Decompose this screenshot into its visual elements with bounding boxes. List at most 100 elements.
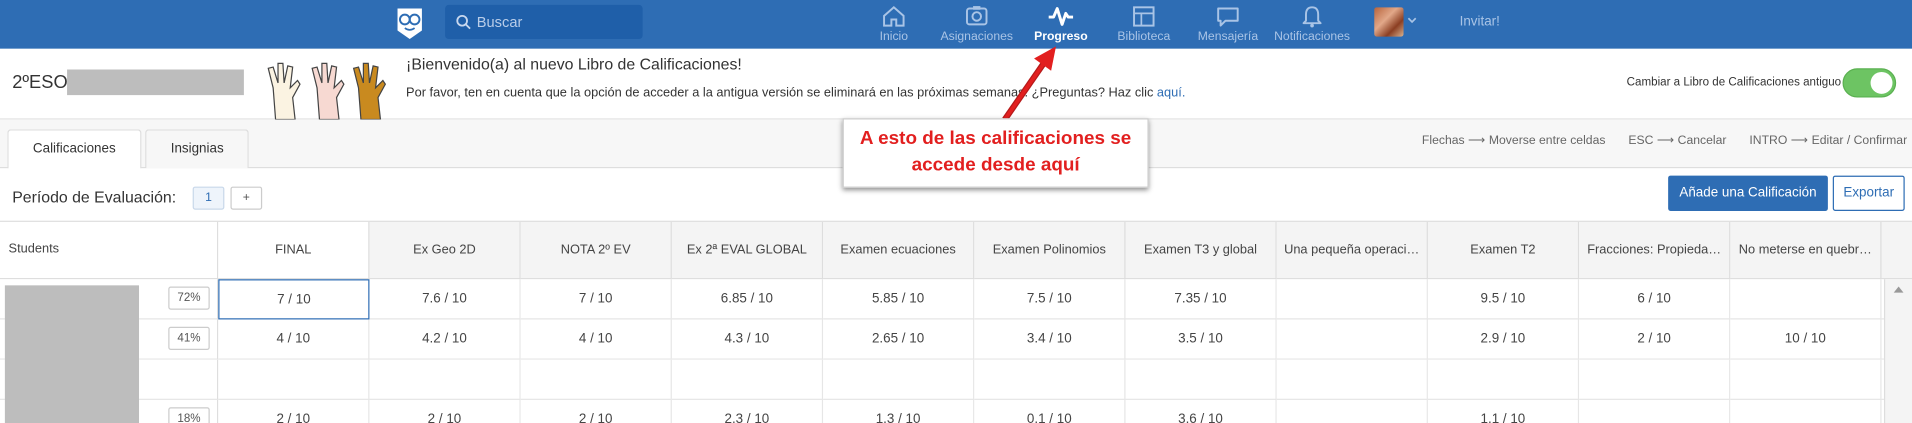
shortcut-esc: ESC ⟶ Cancelar	[1628, 134, 1727, 148]
nav-progress-label: Progreso	[1034, 30, 1088, 44]
search-box[interactable]	[445, 4, 643, 40]
bell-icon	[1302, 6, 1322, 28]
grade-cell[interactable]: 7.6 / 10	[369, 279, 521, 320]
grade-column-header[interactable]: Examen T3 y global	[1125, 221, 1277, 280]
grade-column-header[interactable]: Ex 2ª EVAL GLOBAL	[671, 221, 824, 280]
add-grade-button[interactable]: Añade una Calificación	[1668, 175, 1828, 211]
invite-link[interactable]: Invitar!	[1460, 15, 1500, 30]
banner-title: ¡Bienvenido(a) al nuevo Libro de Calific…	[406, 54, 742, 74]
grade-column-header[interactable]: Examen Polinomios	[974, 221, 1126, 280]
grade-cell[interactable]	[1730, 399, 1882, 423]
nav-home[interactable]: Inicio	[868, 0, 919, 49]
grade-cell[interactable]	[1427, 359, 1580, 400]
annotation-line-2: accede desde aquí	[911, 154, 1080, 176]
grade-cell[interactable]: 2.65 / 10	[823, 319, 975, 360]
help-link[interactable]: aquí.	[1157, 85, 1185, 100]
grade-cell[interactable]	[1579, 399, 1731, 423]
grade-cell[interactable]: 1.1 / 10	[1427, 399, 1580, 423]
grading-period-1-button[interactable]: 1	[192, 186, 225, 210]
grade-cell[interactable]	[1579, 359, 1731, 400]
grade-cell[interactable]	[823, 359, 975, 400]
grade-cell[interactable]	[1276, 279, 1428, 320]
scroll-up-icon[interactable]	[1893, 284, 1905, 294]
grade-column-header[interactable]: Una pequeña operaci…	[1276, 221, 1428, 280]
grade-cell[interactable]: 3.5 / 10	[1125, 319, 1277, 360]
tab-grades[interactable]: Calificaciones	[7, 129, 142, 170]
grade-cell[interactable]: 4 / 10	[218, 319, 370, 360]
grade-cell[interactable]: 2.9 / 10	[1427, 319, 1580, 360]
grade-cell[interactable]	[1125, 359, 1277, 400]
grade-cell[interactable]: 2 / 10	[218, 399, 370, 423]
grade-column-header[interactable]: FINAL	[218, 221, 370, 280]
grade-column-header[interactable]: Examen ecuaciones	[823, 221, 975, 280]
nav-library[interactable]: Biblioteca	[1113, 0, 1174, 49]
grade-cell[interactable]: 7.5 / 10	[974, 279, 1126, 320]
student-average-badge: 18%	[168, 407, 210, 423]
grade-cell[interactable]	[369, 359, 521, 400]
nav-assignments-label: Asignaciones	[940, 30, 1013, 44]
export-button[interactable]: Exportar	[1832, 175, 1905, 211]
students-column-header[interactable]: Students	[0, 221, 219, 280]
speech-bubble-icon	[1217, 7, 1239, 27]
grade-column-header[interactable]: Cua	[1881, 221, 1912, 280]
grade-cell[interactable]: 3.6 / 10	[1125, 399, 1277, 423]
annotation-arrow	[1002, 46, 1057, 122]
grade-column-header[interactable]: Examen T2	[1427, 221, 1580, 280]
grade-cell[interactable]: 2.3 / 10	[671, 399, 824, 423]
chevron-down-icon[interactable]	[1406, 15, 1418, 27]
grade-cell[interactable]: 1.3 / 10	[823, 399, 975, 423]
app-logo-icon[interactable]	[394, 5, 426, 42]
banner-message: Por favor, ten en cuenta que la opción d…	[406, 85, 1185, 100]
grade-cell[interactable]: 7.35 / 10	[1125, 279, 1277, 320]
grade-cell[interactable]	[1276, 359, 1428, 400]
gradebook-grid: Students FINAL Ex Geo 2D NOTA 2º EV Ex 2ª E…	[0, 220, 1912, 423]
nav-assignments[interactable]: Asignaciones	[936, 0, 1016, 49]
grade-cell[interactable]	[1730, 359, 1882, 400]
grade-cell[interactable]: 6.85 / 10	[671, 279, 824, 320]
grade-cell[interactable]: 2 / 10	[1579, 319, 1731, 360]
grade-cell[interactable]: 7 / 10	[218, 279, 370, 320]
welcome-banner: 2ºESO ¡Bienvenido(a) al nuevo Libro de C…	[0, 48, 1912, 120]
grade-cell[interactable]: 7 / 10	[520, 279, 672, 320]
add-grading-period-button[interactable]: +	[230, 186, 263, 210]
shortcut-arrows: Flechas ⟶ Moverse entre celdas	[1421, 134, 1606, 148]
grade-cell[interactable]: 4.3 / 10	[671, 319, 824, 360]
grade-cell[interactable]: 4.2 / 10	[369, 319, 521, 360]
grade-cell[interactable]: 2 / 10	[520, 399, 672, 423]
grade-cell[interactable]	[974, 359, 1126, 400]
grade-cell[interactable]: 5.85 / 10	[823, 279, 975, 320]
grade-column-header[interactable]: NOTA 2º EV	[520, 221, 672, 280]
toggle-knob	[1870, 71, 1893, 94]
old-gradebook-toggle[interactable]	[1842, 68, 1897, 98]
grade-column-header[interactable]: No meterse en quebr…	[1730, 221, 1882, 280]
nav-messages[interactable]: Mensajería	[1195, 0, 1261, 49]
nav-home-label: Inicio	[879, 30, 909, 44]
grade-cell[interactable]: 6 / 10	[1579, 279, 1731, 320]
redacted-course-detail	[67, 69, 244, 96]
annotation-callout: A esto de las calificaciones se accede d…	[842, 118, 1149, 188]
grade-column-header[interactable]: Ex Geo 2D	[369, 221, 521, 280]
grade-cell[interactable]	[1276, 319, 1428, 360]
search-input[interactable]	[476, 4, 638, 40]
grade-column-header[interactable]: Fracciones: Propieda…	[1579, 221, 1731, 280]
grade-cell[interactable]	[218, 359, 370, 400]
grade-cell[interactable]: 10 / 10	[1730, 319, 1882, 360]
home-icon	[883, 6, 905, 27]
tab-badges[interactable]: Insignias	[145, 129, 250, 169]
grade-cell[interactable]: 4 / 10	[520, 319, 672, 360]
grade-cell[interactable]: 2 / 10	[369, 399, 521, 423]
grade-cell[interactable]	[671, 359, 824, 400]
user-avatar[interactable]	[1374, 7, 1404, 37]
grade-cell[interactable]	[1276, 399, 1428, 423]
grade-cell[interactable]: 0.1 / 10	[974, 399, 1126, 423]
grid-vertical-scrollbar[interactable]	[1883, 279, 1912, 423]
grade-cell[interactable]: 3.4 / 10	[974, 319, 1126, 360]
nav-progress[interactable]: Progreso	[1032, 0, 1091, 49]
old-gradebook-switch-label: Cambiar a Libro de Calificaciones antigu…	[1626, 75, 1842, 90]
nav-notifications[interactable]: Notificaciones	[1273, 0, 1351, 49]
course-name: 2ºESO	[12, 71, 68, 93]
grade-cell[interactable]: 9.5 / 10	[1427, 279, 1580, 320]
grade-cell[interactable]	[1730, 279, 1882, 320]
student-average-badge: 72%	[168, 286, 210, 310]
grade-cell[interactable]	[520, 359, 672, 400]
